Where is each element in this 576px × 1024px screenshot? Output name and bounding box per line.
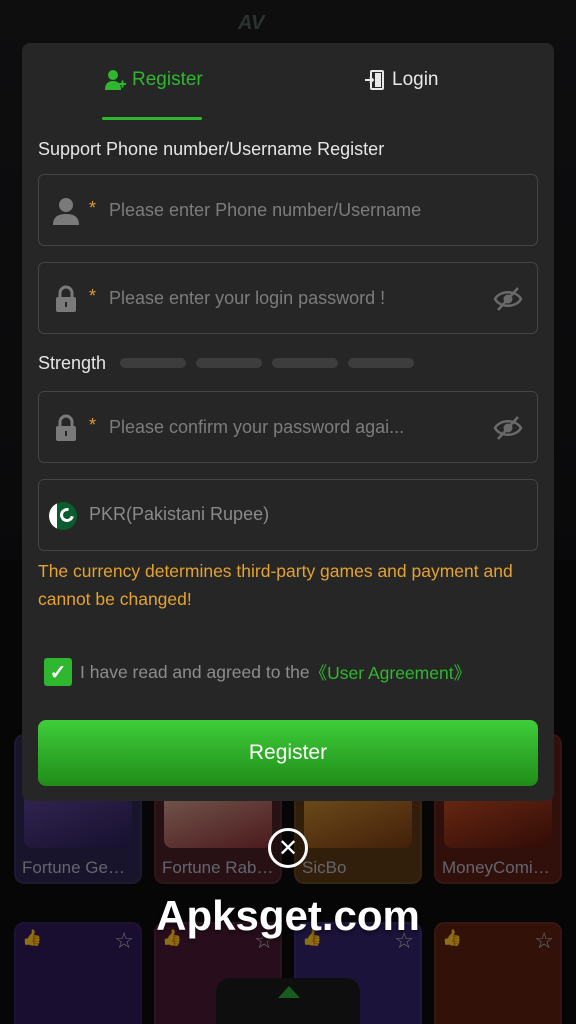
tab-register[interactable]: Register: [104, 65, 203, 95]
register-modal: Register Login Support Phone number/User…: [22, 43, 554, 801]
agreement-checkbox[interactable]: ✓: [44, 658, 72, 686]
required-mark: *: [89, 286, 97, 306]
confirm-password-input[interactable]: [109, 410, 479, 444]
strength-bar: [348, 358, 415, 368]
login-door-icon: [365, 70, 384, 90]
form-subtitle: Support Phone number/Username Register: [38, 139, 385, 159]
eye-off-icon[interactable]: [493, 414, 523, 442]
currency-warning: The currency determines third-party game…: [38, 561, 513, 609]
watermark: Apksget.com: [156, 892, 420, 939]
password-strength: Strength: [38, 351, 424, 375]
strength-bar: [272, 358, 339, 368]
close-icon[interactable]: ✕: [268, 828, 308, 868]
user-agreement-link[interactable]: 《User Agreement》: [310, 660, 471, 685]
lock-icon: [56, 285, 76, 312]
currency-value: PKR(Pakistani Rupee): [89, 504, 270, 524]
strength-label: Strength: [38, 352, 107, 373]
confirm-password-field: *: [38, 391, 538, 463]
strength-bar: [120, 358, 187, 368]
register-button[interactable]: Register: [38, 720, 538, 786]
strength-bar: [196, 358, 263, 368]
username-field: *: [38, 174, 538, 246]
pakistan-flag-icon: [49, 502, 77, 530]
username-input[interactable]: [109, 193, 479, 227]
agreement-row: ✓ I have read and agreed to the 《User Ag…: [44, 657, 471, 687]
active-tab-indicator: [102, 117, 202, 120]
tab-login[interactable]: Login: [364, 65, 439, 95]
eye-off-icon[interactable]: [493, 285, 523, 313]
lock-icon: [56, 414, 76, 441]
required-mark: *: [89, 415, 97, 435]
currency-select[interactable]: PKR(Pakistani Rupee): [38, 479, 538, 551]
password-input[interactable]: [109, 281, 479, 315]
agreement-text: I have read and agreed to the: [80, 661, 310, 682]
tab-login-label: Login: [392, 69, 439, 90]
user-plus-icon: [105, 70, 126, 90]
password-field: *: [38, 262, 538, 334]
required-mark: *: [89, 198, 97, 218]
auth-tabs: Register Login: [22, 43, 554, 123]
tab-register-label: Register: [132, 69, 203, 90]
user-icon: [53, 198, 79, 225]
